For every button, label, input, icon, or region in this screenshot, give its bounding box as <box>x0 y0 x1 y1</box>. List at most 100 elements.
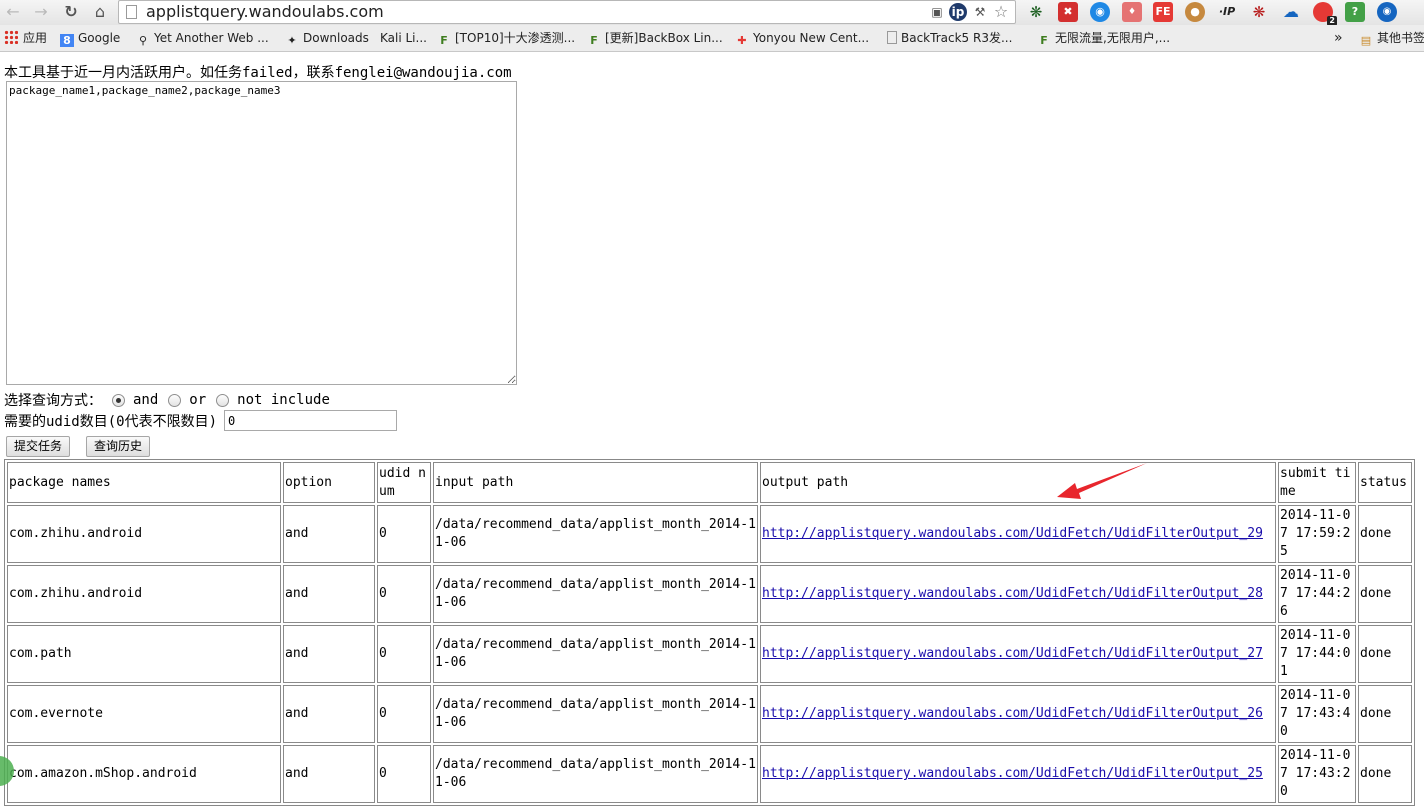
bookmark-other[interactable]: ▤ 其他书签 <box>1359 29 1424 47</box>
output-link[interactable]: http://applistquery.wandoulabs.com/UdidF… <box>762 526 1263 541</box>
spider-icon[interactable]: ❋ <box>1026 2 1046 22</box>
folder-icon: ▤ <box>1360 34 1372 47</box>
freebuf-icon: F <box>1040 34 1048 47</box>
udid-count-input[interactable] <box>224 410 398 431</box>
query-mode-label: 选择查询方式： <box>4 393 102 409</box>
bookmark-label: Kali Li... <box>380 31 427 45</box>
help-icon[interactable]: ? <box>1345 2 1365 22</box>
cell-input-path: /data/recommend_data/applist_month_2014-… <box>433 745 758 803</box>
table-header-row: package names option udid num input path… <box>7 462 1412 503</box>
package-names-textarea[interactable]: package_name1,package_name2,package_name… <box>6 81 517 385</box>
header-package-names: package names <box>7 462 281 503</box>
x-block-icon[interactable]: ✖ <box>1058 2 1078 22</box>
cell-option: and <box>283 505 375 563</box>
output-link[interactable]: http://applistquery.wandoulabs.com/UdidF… <box>762 706 1263 721</box>
bug-icon[interactable]: ❋ <box>1249 2 1269 22</box>
cloud-icon[interactable]: ☁ <box>1281 2 1301 22</box>
camera-icon[interactable]: ▣ <box>928 3 946 21</box>
output-link[interactable]: http://applistquery.wandoulabs.com/UdidF… <box>762 646 1263 661</box>
cell-udid: 0 <box>377 565 431 623</box>
radio-or[interactable] <box>168 393 182 407</box>
freebuf-icon: F <box>440 34 448 47</box>
cell-submit-time: 2014-11-07 17:44:26 <box>1278 565 1356 623</box>
radio-and[interactable] <box>112 393 125 407</box>
page-icon <box>887 31 897 44</box>
bookmark-label: BackTrack5 R3发... <box>901 31 1013 45</box>
reload-icon[interactable]: ↻ <box>60 2 82 22</box>
page-icon <box>126 5 137 19</box>
notification-icon[interactable]: 2 <box>1313 2 1337 26</box>
forward-arrow-icon[interactable]: → <box>30 2 52 22</box>
address-url[interactable]: applistquery.wandoulabs.com <box>146 2 384 21</box>
cell-input-path: /data/recommend_data/applist_month_2014-… <box>433 685 758 743</box>
radio-not-include-label: not include <box>237 392 330 408</box>
fe-icon[interactable]: FE <box>1153 2 1173 22</box>
table-row: com.amazon.mShop.android and 0 /data/rec… <box>7 745 1412 803</box>
table-row: com.path and 0 /data/recommend_data/appl… <box>7 625 1412 683</box>
cell-option: and <box>283 625 375 683</box>
udid-label: 需要的udid数目(0代表不限数目) <box>4 413 218 430</box>
back-arrow-icon[interactable]: ← <box>2 2 24 22</box>
cell-submit-time: 2014-11-07 17:43:20 <box>1278 745 1356 803</box>
bookmark-backtrack5[interactable]: BackTrack5 R3发... <box>887 29 1019 47</box>
page-content: 本工具基于近一月内活跃用户。如任务failed，联系fenglei@wandou… <box>0 53 1424 806</box>
bookmark-yonyou[interactable]: ✚ Yonyou New Cent... <box>735 29 875 47</box>
cell-output-path: http://applistquery.wandoulabs.com/UdidF… <box>760 745 1276 803</box>
bookmark-label: Yet Another Web ... <box>154 31 269 45</box>
cell-input-path: /data/recommend_data/applist_month_2014-… <box>433 565 758 623</box>
bookmark-google[interactable]: 8 Google <box>60 29 120 47</box>
bookmark-yet-another-web[interactable]: ⚲ Yet Another Web ... <box>136 29 276 47</box>
cell-udid: 0 <box>377 685 431 743</box>
bookmarks-bar: 应用 8 Google ⚲ Yet Another Web ... ✦ Downloa… <box>0 25 1424 52</box>
bookmark-star-icon[interactable]: ☆ <box>992 3 1010 21</box>
freebuf-icon: F <box>590 34 598 47</box>
bookmark-kali[interactable]: Kali Li... <box>380 29 427 47</box>
output-link[interactable]: http://applistquery.wandoulabs.com/UdidF… <box>762 586 1263 601</box>
wrench-icon[interactable]: ⚒ <box>971 3 989 21</box>
annotation-arrow-icon <box>1057 463 1147 499</box>
bookmark-unlimited[interactable]: F 无限流量,无限用户,... <box>1037 29 1177 47</box>
bookmark-top10[interactable]: F [TOP10]十大渗透测... <box>437 29 577 47</box>
table-row: com.evernote and 0 /data/recommend_data/… <box>7 685 1412 743</box>
cell-output-path: http://applistquery.wandoulabs.com/UdidF… <box>760 565 1276 623</box>
bookmark-label: [TOP10]十大渗透测... <box>455 31 576 45</box>
apps-grid-icon <box>4 30 18 44</box>
google-icon: 8 <box>60 34 74 47</box>
table-row: com.zhihu.android and 0 /data/recommend_… <box>7 565 1412 623</box>
bookmark-label: 其他书签 <box>1377 31 1424 45</box>
cell-package: com.path <box>7 625 281 683</box>
ip-badge-icon[interactable]: ip <box>949 3 967 21</box>
header-status: status <box>1358 462 1412 503</box>
history-table: package names option udid num input path… <box>4 459 1415 806</box>
output-link[interactable]: http://applistquery.wandoulabs.com/UdidF… <box>762 766 1263 781</box>
magnifier-icon: ⚲ <box>138 34 148 47</box>
bookmark-downloads[interactable]: ✦ Downloads <box>285 29 369 47</box>
cell-output-path: http://applistquery.wandoulabs.com/UdidF… <box>760 625 1276 683</box>
cookie-icon[interactable]: ● <box>1185 2 1205 22</box>
bookmark-apps[interactable]: 应用 <box>4 29 47 47</box>
ip-tool-icon[interactable]: ·IP <box>1217 2 1237 22</box>
paw-icon[interactable]: ◉ <box>1377 2 1397 22</box>
cell-output-path: http://applistquery.wandoulabs.com/UdidF… <box>760 685 1276 743</box>
radio-not-include[interactable] <box>216 393 230 407</box>
header-submit-time: submit time <box>1278 462 1356 503</box>
cell-input-path: /data/recommend_data/applist_month_2014-… <box>433 625 758 683</box>
cell-status: done <box>1358 625 1412 683</box>
header-output-path: output path <box>760 462 1276 503</box>
bookmark-label: 应用 <box>23 31 48 45</box>
cell-option: and <box>283 685 375 743</box>
table-row: com.zhihu.android and 0 /data/recommend_… <box>7 505 1412 563</box>
bookmark-backbox[interactable]: F [更新]BackBox Lin... <box>587 29 723 47</box>
tag-icon[interactable]: ♦ <box>1122 2 1142 22</box>
bookmarks-overflow-chevron[interactable]: » <box>1334 29 1343 47</box>
bookmark-label: Yonyou New Cent... <box>753 31 870 45</box>
submit-task-button[interactable]: 提交任务 <box>6 436 71 457</box>
globe-icon[interactable]: ◉ <box>1090 2 1110 22</box>
home-icon[interactable]: ⌂ <box>89 2 111 22</box>
header-option: option <box>283 462 375 503</box>
cell-status: done <box>1358 745 1412 803</box>
address-bar[interactable]: applistquery.wandoulabs.com ▣ ip ⚒ ☆ <box>118 0 1016 24</box>
bookmark-label: Downloads <box>303 31 369 45</box>
query-history-button[interactable]: 查询历史 <box>86 436 151 457</box>
dragon-icon: ✦ <box>287 34 297 47</box>
